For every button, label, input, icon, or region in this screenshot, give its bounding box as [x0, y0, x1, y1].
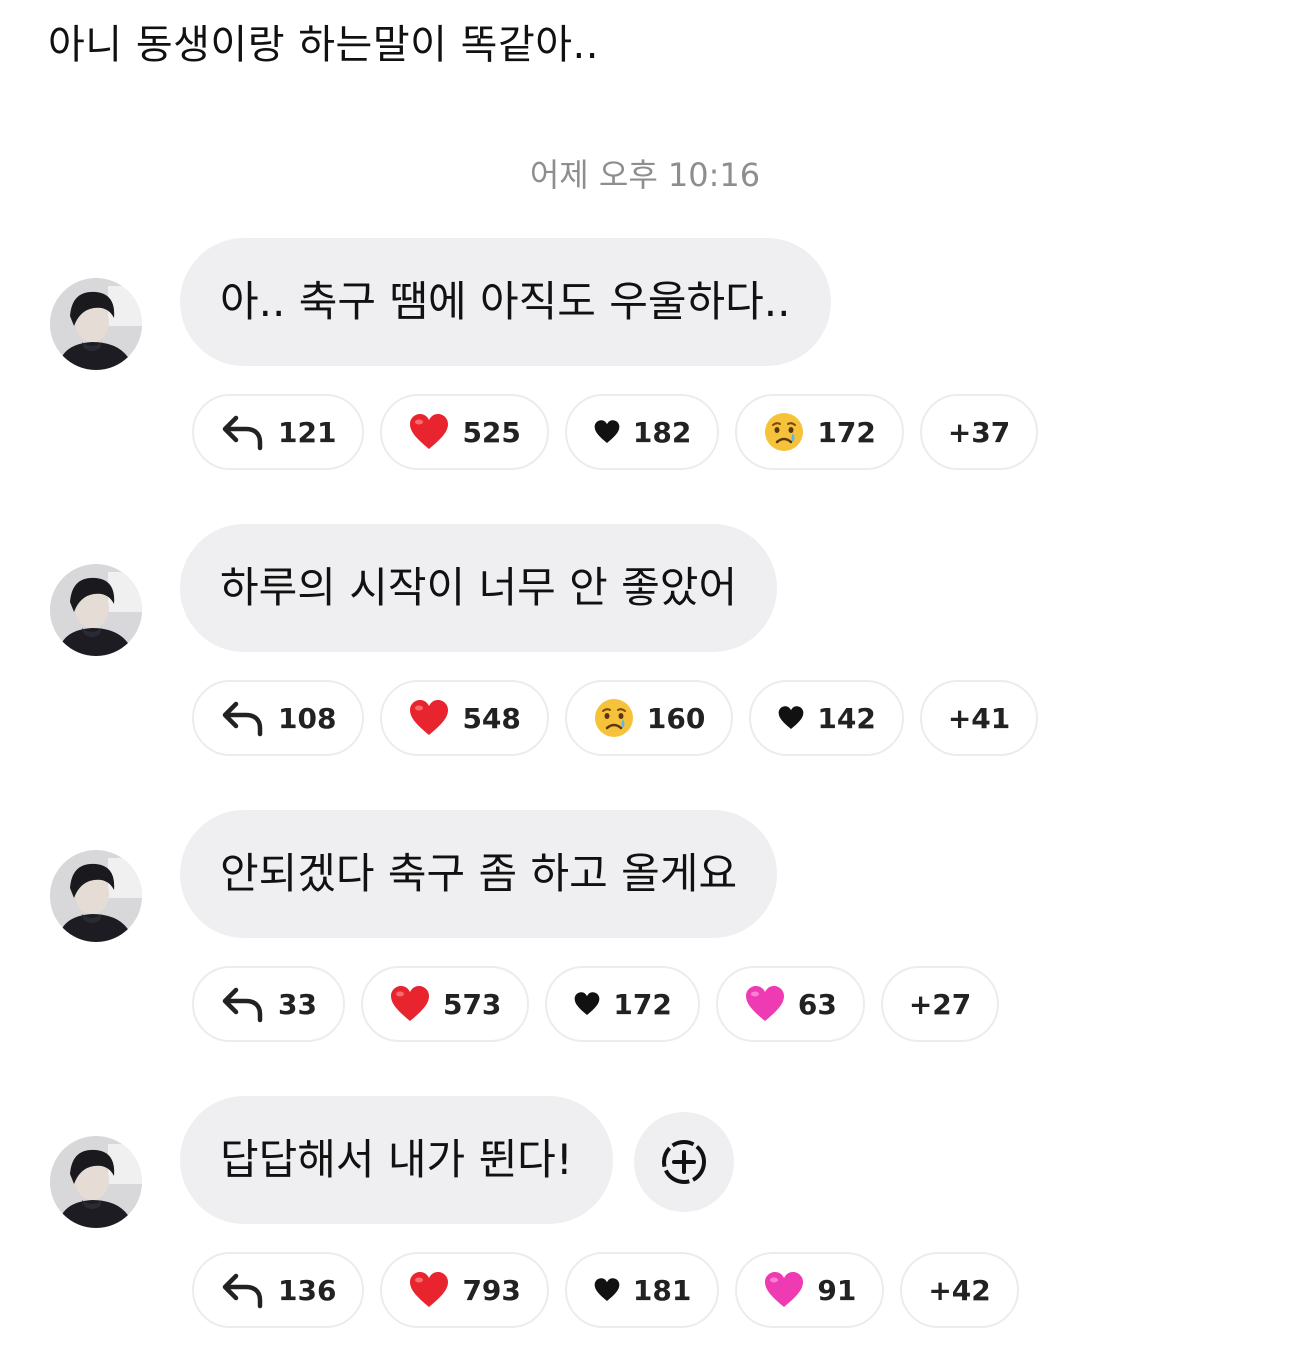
avatar[interactable] [50, 278, 142, 370]
more-reactions-chip[interactable]: +41 [919, 680, 1039, 756]
reaction-chip-reply[interactable]: 136 [192, 1252, 365, 1328]
pink-heart-icon [744, 984, 786, 1024]
reaction-chip-reply[interactable]: 108 [192, 680, 365, 756]
reaction-count: 33 [278, 987, 317, 1021]
reaction-count: 91 [817, 1273, 857, 1307]
reaction-count: 573 [442, 987, 502, 1021]
reaction-count: 548 [462, 701, 521, 735]
reaction-chip-crying-face[interactable]: 160 [564, 680, 734, 756]
reaction-count: 121 [278, 415, 337, 449]
reaction-count: 181 [632, 1273, 692, 1307]
more-reactions-chip[interactable]: +27 [880, 966, 1000, 1042]
reaction-count: 172 [817, 415, 876, 449]
red-heart-icon [408, 698, 450, 738]
more-reactions-chip[interactable]: +42 [900, 1252, 1019, 1328]
reaction-count: 142 [817, 701, 876, 735]
reaction-bar: 33 573 172 63 +27 [192, 966, 1000, 1042]
reaction-chip-red-heart[interactable]: 793 [380, 1252, 549, 1328]
message-bubble[interactable]: 답답해서 내가 뛴다! [180, 1096, 613, 1224]
message-row: 하루의 시작이 너무 안 좋았어 108 548 160 142 +41 [0, 524, 1290, 764]
reply-icon [220, 412, 266, 452]
avatar[interactable] [50, 564, 142, 656]
add-reaction-icon [662, 1140, 706, 1184]
reaction-count: 136 [278, 1273, 337, 1307]
red-heart-icon [408, 1270, 450, 1310]
post-caption: 아니 동생이랑 하는말이 똑같아.. [48, 22, 599, 68]
reply-icon [220, 698, 266, 738]
reaction-chip-black-heart[interactable]: 172 [545, 966, 700, 1042]
reaction-count: 108 [278, 701, 337, 735]
reaction-chip-crying-face[interactable]: 172 [735, 394, 904, 470]
black-heart-icon [573, 991, 601, 1017]
reaction-chip-red-heart[interactable]: 548 [380, 680, 549, 756]
reaction-count: 793 [462, 1273, 521, 1307]
black-heart-icon [593, 419, 621, 445]
reaction-count: 525 [462, 415, 521, 449]
reaction-chip-reply[interactable]: 33 [192, 966, 345, 1042]
reaction-chip-black-heart[interactable]: 182 [564, 394, 720, 470]
message-bubble[interactable]: 아.. 축구 땜에 아직도 우울하다.. [180, 238, 831, 366]
message-row: 답답해서 내가 뛴다! 136 793 181 91 +42 [0, 1096, 1290, 1336]
crying-face-icon [763, 411, 805, 453]
avatar[interactable] [50, 850, 142, 942]
reaction-count: +41 [947, 701, 1011, 735]
reaction-count: 172 [613, 987, 672, 1021]
message-row: 아.. 축구 땜에 아직도 우울하다.. 121 525 182 172 +37 [0, 238, 1290, 478]
black-heart-icon [777, 705, 805, 731]
reaction-count: +42 [928, 1273, 991, 1307]
more-reactions-chip[interactable]: +37 [919, 394, 1039, 470]
reaction-bar: 121 525 182 172 +37 [192, 394, 1039, 470]
reply-icon [220, 1270, 266, 1310]
black-heart-icon [593, 1277, 621, 1303]
reaction-bar: 136 793 181 91 +42 [192, 1252, 1019, 1328]
avatar[interactable] [50, 1136, 142, 1228]
reaction-chip-black-heart[interactable]: 181 [564, 1252, 720, 1328]
red-heart-icon [389, 984, 431, 1024]
add-reaction-button[interactable] [634, 1112, 734, 1212]
message-timestamp: 어제 오후 10:16 [529, 156, 761, 194]
crying-face-icon [593, 697, 635, 739]
message-row: 안되겠다 축구 좀 하고 올게요 33 573 172 63 +27 [0, 810, 1290, 1050]
reaction-chip-reply[interactable]: 121 [192, 394, 365, 470]
message-bubble[interactable]: 하루의 시작이 너무 안 좋았어 [180, 524, 778, 652]
red-heart-icon [408, 412, 450, 452]
reply-icon [220, 984, 266, 1024]
reaction-count: +27 [908, 987, 972, 1021]
reaction-chip-black-heart[interactable]: 142 [749, 680, 904, 756]
reaction-count: +37 [947, 415, 1011, 449]
reaction-chip-red-heart[interactable]: 573 [360, 966, 530, 1042]
reaction-count: 160 [646, 701, 706, 735]
reaction-count: 63 [797, 987, 837, 1021]
reaction-chip-pink-heart[interactable]: 91 [735, 1252, 885, 1328]
reaction-chip-red-heart[interactable]: 525 [380, 394, 549, 470]
reaction-chip-pink-heart[interactable]: 63 [715, 966, 865, 1042]
reaction-count: 182 [632, 415, 692, 449]
reaction-bar: 108 548 160 142 +41 [192, 680, 1039, 756]
message-bubble[interactable]: 안되겠다 축구 좀 하고 올게요 [180, 810, 778, 938]
pink-heart-icon [763, 1270, 805, 1310]
